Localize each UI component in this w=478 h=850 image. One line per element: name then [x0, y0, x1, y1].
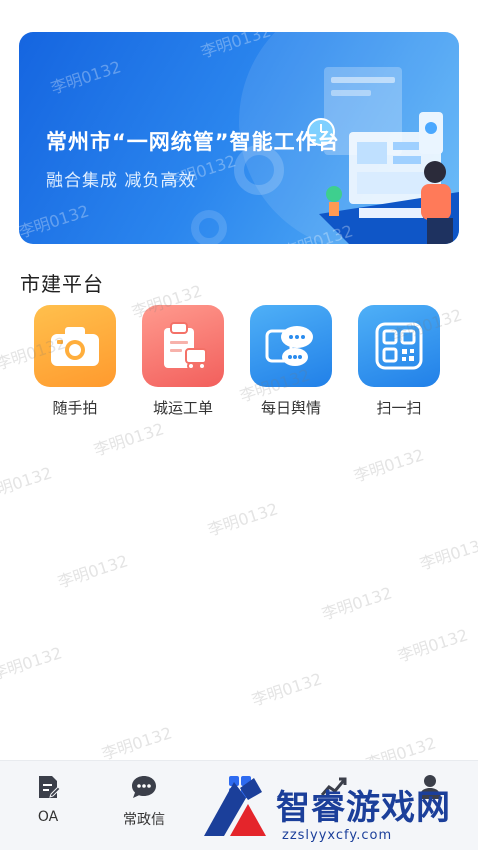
- app-tile[interactable]: [250, 305, 332, 387]
- app-grid: 随手拍 城运工单 每日舆情 扫一扫: [20, 305, 460, 425]
- app-item-work-order[interactable]: 城运工单: [128, 305, 238, 418]
- app-label: 扫一扫: [376, 399, 422, 417]
- banner-subtitle: 融合集成 减负高效: [46, 171, 197, 191]
- tab-label: 常政信: [123, 812, 165, 828]
- app-item-public-opinion[interactable]: 每日舆情: [236, 305, 346, 418]
- chat-bubble-icon: [132, 776, 156, 798]
- gear-icon: [191, 210, 227, 244]
- app-tile[interactable]: [142, 305, 224, 387]
- person-head: [424, 161, 446, 183]
- qr-scan-icon: [375, 322, 423, 370]
- app-tile[interactable]: [358, 305, 440, 387]
- tab-changzhengxin[interactable]: 常政信: [104, 773, 184, 829]
- brand-name: 智睿游戏网: [276, 788, 451, 828]
- tab-oa[interactable]: OA: [8, 773, 88, 825]
- camera-icon: [51, 327, 99, 366]
- app-item-scan[interactable]: 扫一扫: [344, 305, 454, 418]
- brand-logo-icon: [204, 778, 266, 836]
- public-opinion-chat-icon: [265, 326, 313, 366]
- watermark: 李明0132: [99, 723, 175, 764]
- document-edit-icon: [39, 776, 61, 798]
- watermark: 李明0132: [0, 463, 55, 504]
- app-item-snapshot[interactable]: 随手拍: [20, 305, 130, 418]
- section-title: 市建平台: [20, 272, 104, 296]
- watermark: 李明0132: [319, 583, 395, 624]
- work-order-clipboard-icon: [164, 322, 207, 370]
- tab-label: OA: [37, 809, 59, 825]
- app-label: 每日舆情: [260, 399, 321, 417]
- app-tile[interactable]: [34, 305, 116, 387]
- watermark: 李明0132: [395, 625, 471, 666]
- watermark: 李明0132: [0, 643, 65, 684]
- gear-icon: [234, 145, 284, 195]
- app-label: 城运工单: [152, 399, 213, 417]
- banner-title: 常州市“一网统管”智能工作台: [46, 130, 340, 154]
- watermark: 李明0132: [249, 669, 325, 710]
- watermark: 李明0132: [55, 551, 131, 592]
- hero-banner[interactable]: 常州市“一网统管”智能工作台 融合集成 减负高效 李明0132 李明0132 李…: [19, 32, 459, 244]
- brand-domain: zzslyyxcfy.com: [282, 828, 393, 843]
- plant-pot: [329, 202, 339, 216]
- watermark: 李明0132: [205, 499, 281, 540]
- app-label: 随手拍: [52, 399, 98, 417]
- watermark: 李明0132: [351, 445, 427, 486]
- watermark: 李明0132: [417, 533, 478, 574]
- site-logo-overlay: 智睿游戏网 zzslyyxcfy.com: [196, 770, 478, 850]
